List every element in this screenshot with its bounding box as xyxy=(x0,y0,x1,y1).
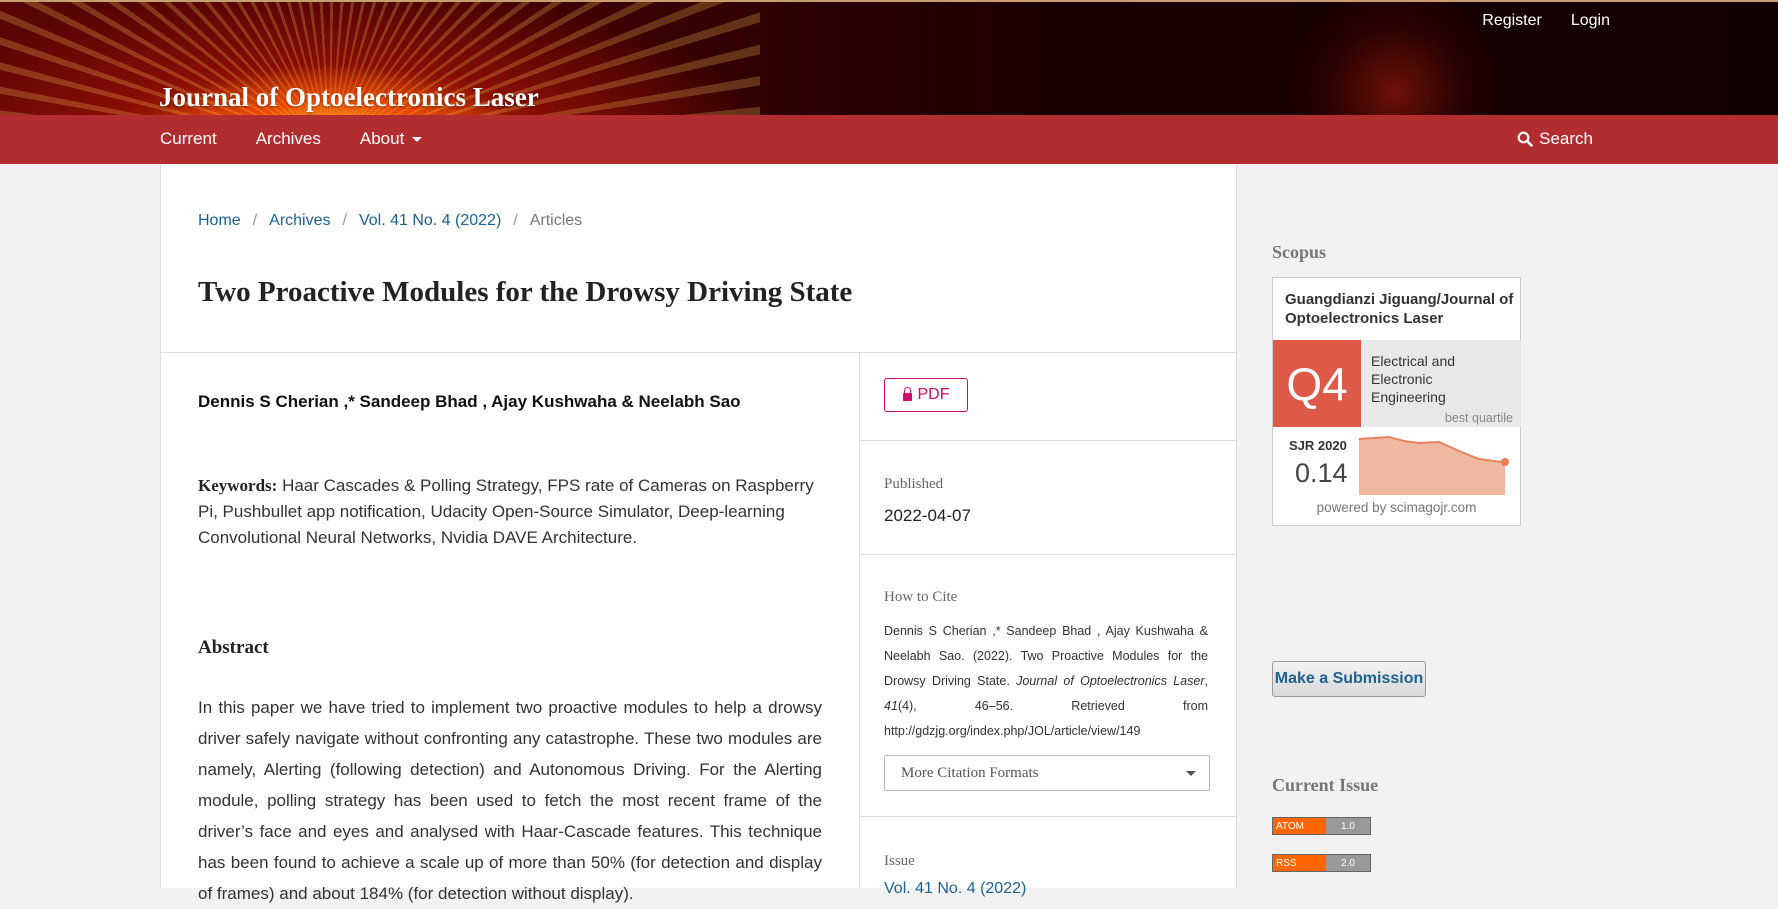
sjr-trend-chart xyxy=(1359,435,1509,495)
sjr-best-quartile: best quartile xyxy=(1444,411,1513,425)
issue-link[interactable]: Vol. 41 No. 4 (2022) xyxy=(884,880,1026,898)
abstract-text: In this paper we have tried to implement… xyxy=(198,698,822,903)
pdf-button[interactable]: PDF xyxy=(884,378,968,412)
page-title: Two Proactive Modules for the Drowsy Dri… xyxy=(198,276,853,308)
divider xyxy=(161,352,1236,353)
nav-item-about[interactable]: About xyxy=(359,129,423,149)
issue-label: Issue xyxy=(884,853,915,869)
citation-text: Dennis S Cherian ,* Sandeep Bhad , Ajay … xyxy=(884,624,1208,738)
rss-feed-type: RSS xyxy=(1273,855,1326,871)
article-main: Home / Archives / Vol. 41 No. 4 (2022) /… xyxy=(160,164,1237,903)
breadcrumb-separator: / xyxy=(342,212,347,229)
citation-formats-dropdown[interactable]: More Citation Formats xyxy=(884,755,1210,791)
sjr-category-box: Electrical and Electronic Engineering be… xyxy=(1361,340,1521,427)
article-keywords: Keywords: Haar Cascades & Polling Strate… xyxy=(198,473,818,551)
divider xyxy=(860,440,1236,441)
chevron-down-icon xyxy=(412,136,423,142)
sjr-widget[interactable]: Guangdianzi Jiguang/Journal of Optoelect… xyxy=(1272,277,1521,526)
scopus-heading: Scopus xyxy=(1272,242,1327,262)
sjr-journal-name: Guangdianzi Jiguang/Journal of Optoelect… xyxy=(1285,291,1514,327)
citation-year: (2022). xyxy=(972,649,1013,663)
breadcrumb-home[interactable]: Home xyxy=(198,212,241,230)
sjr-year: SJR 2020 xyxy=(1289,438,1347,453)
search-link[interactable]: Search xyxy=(1517,129,1593,149)
nav-item-archives[interactable]: Archives xyxy=(256,129,321,149)
search-label: Search xyxy=(1539,129,1593,148)
current-issue-heading: Current Issue xyxy=(1272,775,1379,795)
pdf-label: PDF xyxy=(917,386,950,403)
citation-pages: 46–56. xyxy=(974,699,1014,713)
nav-item-current[interactable]: Current xyxy=(160,129,217,149)
primary-nav: Current Archives About Search xyxy=(0,115,1778,164)
breadcrumb-separator: / xyxy=(513,212,518,229)
citation-retrieved: Retrieved from http://gdzjg.org/index.ph… xyxy=(884,699,1208,738)
site-title[interactable]: Journal of Optoelectronics Laser xyxy=(159,82,539,113)
keywords-value: Haar Cascades & Polling Strategy, FPS ra… xyxy=(198,476,814,547)
breadcrumb-separator: / xyxy=(252,212,258,229)
sjr-quartile: Q4 xyxy=(1273,340,1361,427)
divider xyxy=(860,554,1236,555)
login-link[interactable]: Login xyxy=(1571,12,1610,30)
lock-icon xyxy=(902,387,912,401)
article-authors: Dennis S Cherian ,* Sandeep Bhad , Ajay … xyxy=(198,392,741,411)
citation-issue: (4), xyxy=(897,699,917,713)
citation-journal: Journal of Optoelectronics Laser xyxy=(1016,674,1205,688)
breadcrumb-archives[interactable]: Archives xyxy=(269,212,330,230)
breadcrumb: Home / Archives / Vol. 41 No. 4 (2022) /… xyxy=(198,212,582,230)
citation-formats-label: More Citation Formats xyxy=(901,764,1039,781)
sjr-category: Electrical and Electronic Engineering xyxy=(1371,353,1456,405)
cite-label: How to Cite xyxy=(884,589,958,605)
published-date: 2022-04-07 xyxy=(884,506,971,525)
sjr-powered-by: powered by scimagojr.com xyxy=(1316,500,1477,515)
atom-feed-version: 1.0 xyxy=(1326,818,1370,834)
keywords-label: Keywords: xyxy=(198,476,278,495)
atom-feed-type: ATOM xyxy=(1273,818,1326,834)
rss-feed-badge[interactable]: RSS 2.0 xyxy=(1272,854,1371,872)
published-label: Published xyxy=(884,476,944,492)
register-link[interactable]: Register xyxy=(1482,12,1542,30)
citation-volume: 41 xyxy=(884,699,898,713)
atom-feed-badge[interactable]: ATOM 1.0 xyxy=(1272,817,1371,835)
rss-feed-version: 2.0 xyxy=(1326,855,1370,871)
nav-item-about-label: About xyxy=(359,129,405,148)
breadcrumb-issue[interactable]: Vol. 41 No. 4 (2022) xyxy=(359,212,501,230)
search-icon xyxy=(1517,131,1533,147)
chevron-down-icon xyxy=(1186,770,1196,776)
user-nav: Register Login xyxy=(1482,12,1610,30)
site-header: Journal of Optoelectronics Laser Registe… xyxy=(0,0,1778,117)
make-submission-button[interactable]: Make a Submission xyxy=(1272,661,1426,697)
column-divider xyxy=(859,353,860,888)
sjr-value: 0.14 xyxy=(1295,458,1348,488)
breadcrumb-current: Articles xyxy=(529,212,583,229)
divider xyxy=(860,816,1236,817)
abstract-heading: Abstract xyxy=(198,637,269,658)
